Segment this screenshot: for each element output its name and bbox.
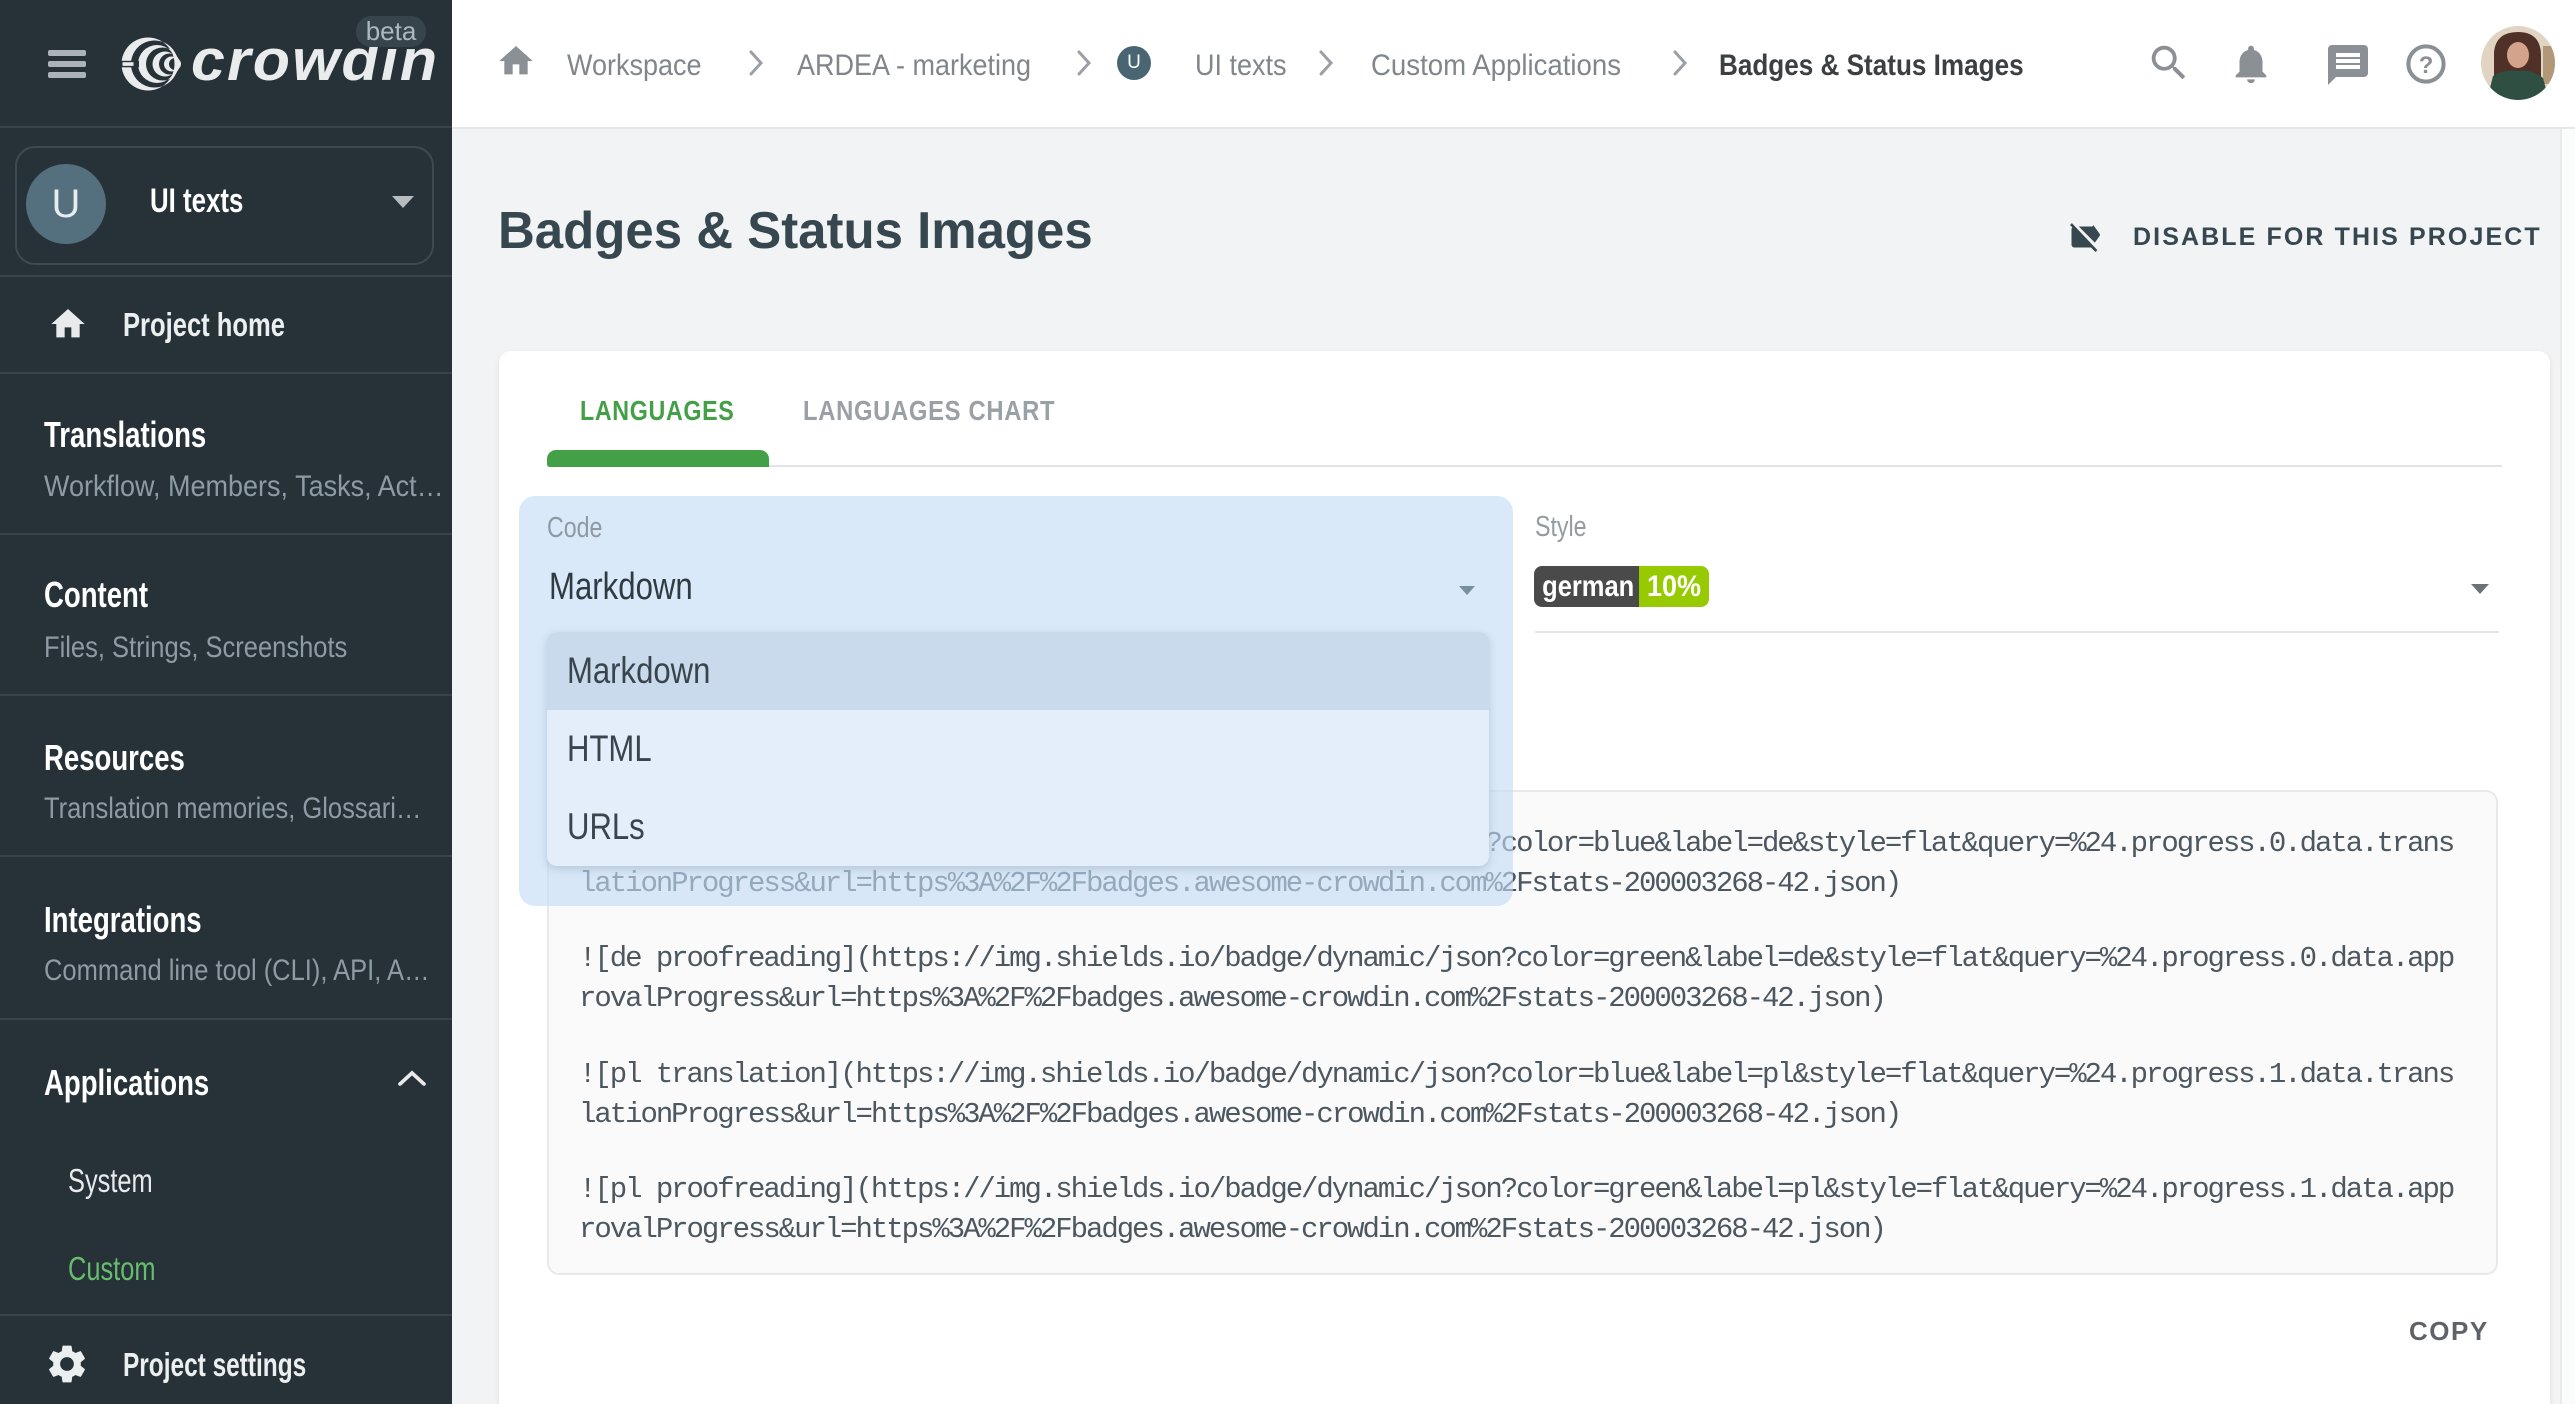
svg-text:?: ? [2419,52,2434,79]
